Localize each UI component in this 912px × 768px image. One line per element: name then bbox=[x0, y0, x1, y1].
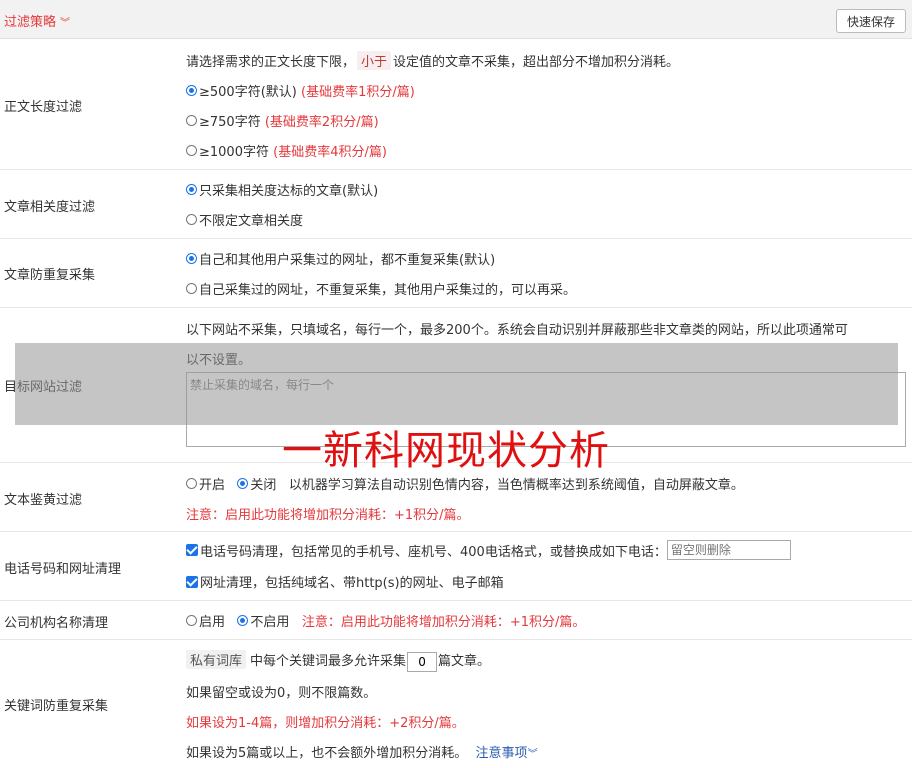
dedupe-option-all[interactable]: 自己和其他用户采集过的网址，都不重复采集(默认) bbox=[186, 249, 495, 268]
notice-link[interactable]: 注意事项︾ bbox=[476, 746, 538, 761]
replacement-phone-input[interactable] bbox=[666, 540, 791, 560]
keyword-dedupe-line4: 如果设为5篇或以上，也不会额外增加积分消耗。 注意事项︾ bbox=[186, 746, 538, 761]
site-filter-description-line1: 以下网站不采集，只填域名，每行一个，最多200个。系统会自动识别并屏蔽那些非文章… bbox=[186, 323, 848, 338]
porn-filter-description: 以机器学习算法自动识别色情内容，当色情概率达到系统阈值，自动屏蔽文章。 bbox=[288, 478, 744, 493]
watermark-text: 一新科网现状分析 bbox=[282, 428, 610, 474]
row-label: 关键词防重复采集 bbox=[4, 699, 109, 714]
row-label: 文章防重复采集 bbox=[4, 268, 96, 283]
radio-button[interactable] bbox=[186, 184, 197, 195]
radio-button[interactable] bbox=[237, 615, 249, 626]
company-clean-on[interactable]: 启用 bbox=[186, 611, 225, 630]
company-clean-options: 启用 不启用 注意：启用此功能将增加积分消耗：+1积分/篇。 bbox=[186, 611, 585, 630]
porn-filter-off[interactable]: 关闭 bbox=[237, 474, 276, 493]
dedupe-option-self[interactable]: 自己采集过的网址，不重复采集，其他用户采集过的，可以再采。 bbox=[186, 279, 576, 298]
row-company-clean: 公司机构名称清理 启用 不启用 注意：启用此功能将增加积分消耗：+1积分/篇。 bbox=[0, 601, 912, 640]
row-dedupe: 文章防重复采集 自己和其他用户采集过的网址，都不重复采集(默认) 自己采集过的网… bbox=[0, 239, 912, 308]
radio-button[interactable] bbox=[186, 145, 197, 156]
radio-button[interactable] bbox=[186, 85, 197, 96]
row-label: 目标网站过滤 bbox=[4, 380, 83, 395]
row-label: 电话号码和网址清理 bbox=[4, 562, 122, 577]
row-keyword-dedupe: 关键词防重复采集 私有词库中每个关键词最多允许采集篇文章。 如果留空或设为0，则… bbox=[0, 640, 912, 768]
keyword-dedupe-line2: 如果留空或设为0，则不限篇数。 bbox=[186, 686, 377, 701]
radio-button[interactable] bbox=[186, 115, 197, 126]
filter-strategy-header: 过滤策略 ︾ 快速保存 bbox=[0, 0, 912, 39]
radio-button[interactable] bbox=[186, 615, 197, 626]
chevron-double-down-icon: ︾ bbox=[60, 18, 71, 29]
row-phone-url-clean: 电话号码和网址清理 电话号码清理，包括常见的手机号、座机号、400电话格式，或替… bbox=[0, 532, 912, 601]
checkbox[interactable] bbox=[186, 544, 198, 556]
length-description: 请选择需求的正文长度下限， 小于 设定值的文章不采集，超出部分不增加积分消耗。 bbox=[186, 51, 679, 70]
less-than-tag: 小于 bbox=[357, 51, 392, 70]
company-clean-note: 注意：启用此功能将增加积分消耗：+1积分/篇。 bbox=[301, 615, 586, 630]
url-clean-option[interactable]: 网址清理，包括纯域名、带http(s)的网址、电子邮箱 bbox=[186, 572, 504, 591]
relevance-option-any[interactable]: 不限定文章相关度 bbox=[186, 210, 303, 229]
length-option-500[interactable]: ≥500字符(默认) (基础费率1积分/篇) bbox=[186, 81, 415, 100]
private-lexicon-tag[interactable]: 私有词库 bbox=[186, 650, 247, 669]
porn-filter-note: 注意：启用此功能将增加积分消耗：+1积分/篇。 bbox=[186, 508, 470, 523]
phone-clean-option[interactable]: 电话号码清理，包括常见的手机号、座机号、400电话格式，或替换成如下电话： bbox=[186, 540, 791, 560]
radio-button[interactable] bbox=[237, 478, 249, 489]
section-title[interactable]: 过滤策略 ︾ bbox=[4, 11, 70, 30]
length-option-1000[interactable]: ≥1000字符 (基础费率4积分/篇) bbox=[186, 141, 387, 160]
row-label: 文章相关度过滤 bbox=[4, 200, 96, 215]
porn-filter-on[interactable]: 开启 bbox=[186, 474, 225, 493]
porn-filter-options: 开启 关闭 以机器学习算法自动识别色情内容，当色情概率达到系统阈值，自动屏蔽文章… bbox=[186, 474, 744, 493]
quick-save-button[interactable]: 快速保存 bbox=[836, 9, 906, 33]
chevron-double-down-icon: ︾ bbox=[527, 749, 538, 760]
radio-button[interactable] bbox=[186, 253, 197, 264]
row-label: 正文长度过滤 bbox=[4, 100, 83, 115]
keyword-dedupe-line3: 如果设为1-4篇，则增加积分消耗：+2积分/篇。 bbox=[186, 716, 465, 731]
relevance-option-qualified[interactable]: 只采集相关度达标的文章(默认) bbox=[186, 180, 378, 199]
radio-button[interactable] bbox=[186, 478, 197, 489]
checkbox[interactable] bbox=[186, 575, 198, 588]
company-clean-off[interactable]: 不启用 bbox=[237, 611, 289, 630]
keyword-dedupe-line1: 私有词库中每个关键词最多允许采集篇文章。 bbox=[186, 650, 490, 672]
row-label: 文本鉴黄过滤 bbox=[4, 493, 83, 508]
radio-button[interactable] bbox=[186, 214, 197, 225]
row-relevance: 文章相关度过滤 只采集相关度达标的文章(默认) 不限定文章相关度 bbox=[0, 170, 912, 239]
site-filter-description-line2: 以不设置。 bbox=[186, 353, 252, 368]
row-length-filter: 正文长度过滤 请选择需求的正文长度下限， 小于 设定值的文章不采集，超出部分不增加积… bbox=[0, 39, 912, 170]
length-option-750[interactable]: ≥750字符 (基础费率2积分/篇) bbox=[186, 111, 379, 130]
radio-button[interactable] bbox=[186, 283, 197, 294]
row-label: 公司机构名称清理 bbox=[4, 616, 109, 631]
max-articles-input[interactable] bbox=[407, 651, 438, 672]
